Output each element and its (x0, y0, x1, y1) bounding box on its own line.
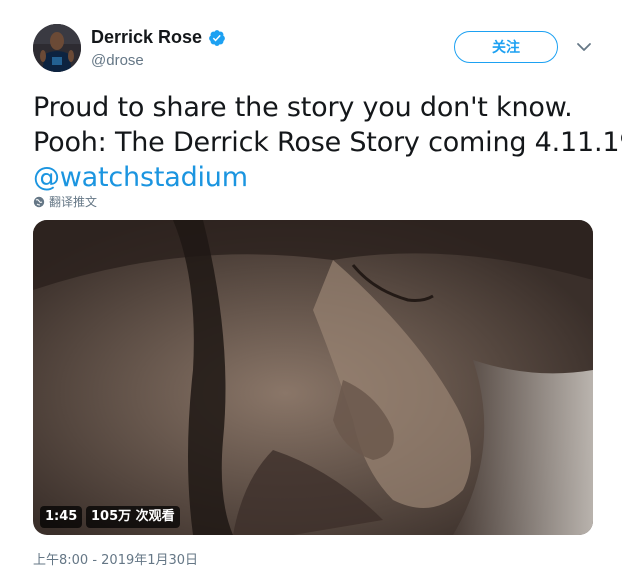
tweet-text: Proud to share the story you don't know.… (33, 90, 622, 195)
translate-tweet-link[interactable]: 翻译推文 (33, 193, 97, 210)
author-name-row[interactable]: Derrick Rose (91, 27, 226, 48)
video-player[interactable] (33, 220, 593, 535)
follow-button[interactable]: 关注 (454, 31, 558, 63)
translate-label[interactable]: 翻译推文 (49, 193, 97, 210)
tweet-timestamp[interactable]: 上午8:00 - 2019年1月30日 (33, 549, 198, 568)
mention-link[interactable]: @watchstadium (33, 160, 613, 195)
globe-icon (33, 196, 45, 207)
author-name[interactable]: Derrick Rose (91, 27, 202, 48)
tweet-text-line-2: Pooh: The Derrick Rose Story coming 4.11… (33, 127, 622, 158)
video-duration-badge: 1:45 (40, 506, 83, 528)
video-thumbnail[interactable] (33, 220, 593, 535)
chevron-down-icon[interactable] (576, 41, 592, 53)
tweet-card: Derrick Rose @drose 关注 Proud to share th… (0, 0, 622, 570)
author-handle[interactable]: @drose (91, 52, 144, 69)
verified-badge-icon (209, 29, 225, 46)
tweet-text-line-1: Proud to share the story you don't know. (33, 92, 573, 123)
video-views-badge: 105万 次观看 (86, 506, 180, 528)
avatar[interactable] (33, 24, 81, 72)
